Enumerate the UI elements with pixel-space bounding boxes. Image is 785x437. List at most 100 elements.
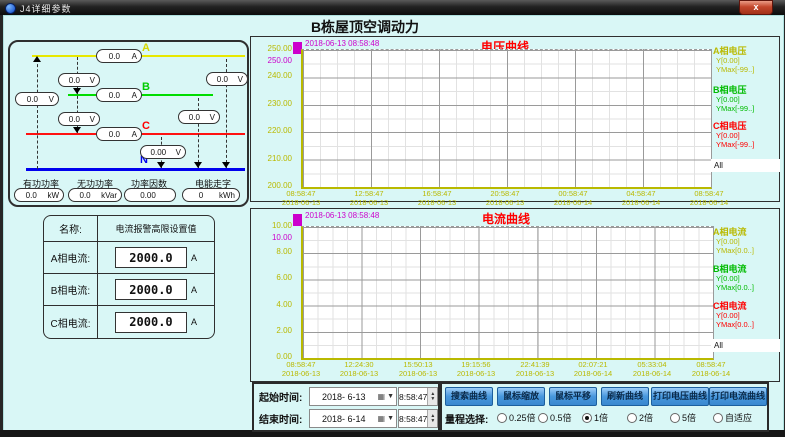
legend-item-b-voltage[interactable]: B相电压Y[0.00]YMax[-99..]: [713, 86, 777, 113]
cursor-timestamp: 2018-06-13 08:58:48: [305, 39, 379, 48]
legend-all[interactable]: All: [711, 339, 780, 352]
power-factor-readout: 0.00: [124, 188, 176, 202]
arrow-down-icon: [194, 162, 202, 168]
refresh-curve-button[interactable]: 刷新曲线: [601, 387, 649, 406]
range-select-label: 量程选择:: [445, 411, 488, 426]
cursor-timestamp: 2018-06-13 08:58:48: [305, 211, 379, 220]
app-icon: [5, 3, 16, 14]
chevron-down-icon: ▼: [385, 415, 396, 422]
range-option-2x[interactable]: 2倍: [627, 411, 653, 424]
legend-item-a-current[interactable]: A相电流Y[0.00]YMax[0.0..]: [713, 228, 777, 255]
y-tick-label: 220.00: [254, 126, 292, 135]
phase-b-label: B: [142, 81, 150, 93]
print-current-curve-button[interactable]: 打印电流曲线: [709, 387, 767, 406]
start-date-picker[interactable]: 2018- 6-13 ▦ ▼: [309, 387, 397, 406]
range-option-auto[interactable]: 自适应: [713, 411, 752, 424]
unit: V: [90, 115, 99, 124]
range-option-1x[interactable]: 1倍: [582, 411, 608, 424]
active-power-readout: 0.0kW: [14, 188, 64, 202]
range-option-0.5x[interactable]: 0.5倍: [538, 411, 572, 424]
current-plot-area[interactable]: [301, 226, 714, 360]
y-tick-label: 6.00: [254, 273, 292, 282]
value: 0: [183, 191, 219, 200]
y-tick-label: 230.00: [254, 99, 292, 108]
unit: V: [90, 76, 99, 85]
range-option-5x[interactable]: 5倍: [670, 411, 696, 424]
voltage-plot-area[interactable]: [301, 49, 712, 189]
start-time-input[interactable]: 8:58:47 ▲▼: [398, 387, 438, 406]
end-date-value: 2018- 6-14: [310, 414, 378, 424]
range-option-0.25x[interactable]: 0.25倍: [497, 411, 536, 424]
voltage-readout-an-left: 0.0V: [15, 92, 59, 106]
radio-icon: [627, 413, 637, 423]
unit: kW: [47, 191, 63, 200]
reactive-power-readout: 0.0kVar: [68, 188, 122, 202]
voltage-readout-bc: 0.0V: [58, 112, 100, 126]
phase-b-limit-input[interactable]: 2000.0: [115, 279, 187, 300]
radio-icon: [670, 413, 680, 423]
unit: A: [132, 130, 141, 139]
radio-icon: [497, 413, 507, 423]
close-icon: x: [753, 2, 758, 12]
legend-item-a-voltage[interactable]: A相电压Y[0.00]YMax[-99..]: [713, 47, 777, 74]
value: 0.0: [97, 52, 132, 61]
value: 0.0: [207, 75, 238, 84]
unit: kWh: [219, 191, 239, 200]
legend-all[interactable]: All: [711, 159, 780, 172]
table-header-value: 电流报警高限设置值: [98, 216, 214, 242]
one-line-diagram-panel: A B C N 0.0A 0.0A 0.0A 0.0V 0.0V 0.0V 0.…: [8, 40, 249, 207]
value: 0.0: [59, 76, 90, 85]
time-range-box: 起始时间: 2018- 6-13 ▦ ▼ 8:58:47 ▲▼ 结束时间: 20…: [252, 382, 442, 432]
table-row: 2000.0 A: [98, 306, 214, 338]
phase-b-current-readout: 0.0A: [96, 88, 142, 102]
phase-a-current-readout: 0.0A: [96, 49, 142, 63]
table-row: 2000.0 A: [98, 274, 214, 306]
energy-meter-readout: 0kWh: [182, 188, 240, 202]
arrow-down-icon: [73, 88, 81, 94]
table-header-name: 名称:: [44, 216, 98, 242]
y-tick-label: 4.00: [254, 300, 292, 309]
current-chart-title: 电流曲线: [356, 210, 656, 227]
row-label-b: B相电流:: [44, 274, 98, 306]
value: 0.00: [125, 191, 171, 200]
radio-label: 1倍: [594, 411, 608, 424]
value: 0.0: [59, 115, 90, 124]
search-curve-button[interactable]: 搜索曲线: [445, 387, 493, 406]
arrow-down-icon: [222, 162, 230, 168]
voltage-readout-cn: 0.00V: [140, 145, 186, 159]
unit: kVar: [101, 191, 121, 200]
phase-c-limit-input[interactable]: 2000.0: [115, 312, 187, 333]
cursor-value: 10.00: [254, 233, 292, 242]
mouse-pan-button[interactable]: 鼠标平移: [549, 387, 597, 406]
current-chart-panel: 电流曲线 2018-06-13 08:58:48 10.00 10.00 8.0…: [250, 208, 780, 382]
row-label-c: C相电流:: [44, 306, 98, 338]
legend-item-b-current[interactable]: B相电流Y[0.00]YMax[0.0..]: [713, 265, 777, 292]
end-date-picker[interactable]: 2018- 6-14 ▦ ▼: [309, 409, 397, 428]
end-time-value: 8:58:47: [399, 414, 427, 424]
phase-a-limit-input[interactable]: 2000.0: [115, 247, 187, 268]
radio-label: 0.25倍: [509, 411, 536, 424]
radio-label: 0.5倍: [550, 411, 572, 424]
close-button[interactable]: x: [739, 0, 773, 15]
phase-a-label: A: [142, 42, 150, 54]
end-time-input[interactable]: 8:58:47 ▲▼: [398, 409, 438, 428]
phase-c-label: C: [142, 120, 150, 132]
chevron-down-icon: ▼: [385, 393, 396, 400]
calendar-icon: ▦: [378, 414, 386, 423]
start-date-value: 2018- 6-13: [310, 392, 378, 402]
unit: A: [191, 285, 197, 295]
spinner-icon[interactable]: ▲▼: [427, 388, 437, 405]
legend-item-c-current[interactable]: C相电流Y[0.00]YMax[0.0..]: [713, 302, 777, 329]
measure-line: [198, 98, 199, 168]
table-row: 2000.0 A: [98, 242, 214, 274]
print-voltage-curve-button[interactable]: 打印电压曲线: [651, 387, 709, 406]
curve-tools-box: 搜索曲线 鼠标缩放 鼠标平移 刷新曲线 打印电压曲线 打印电流曲线 量程选择: …: [438, 382, 769, 432]
cursor-value: 250.00: [254, 56, 292, 65]
mouse-zoom-button[interactable]: 鼠标缩放: [497, 387, 545, 406]
start-time-value: 8:58:47: [399, 392, 427, 402]
page-title: B栋屋顶空调动力: [0, 17, 730, 37]
spinner-icon[interactable]: ▲▼: [427, 410, 437, 427]
window-title: J4详细参数: [20, 2, 72, 15]
voltage-readout-bn: 0.0V: [178, 110, 220, 124]
legend-item-c-voltage[interactable]: C相电压Y[0.00]YMax[-99..]: [713, 122, 777, 149]
